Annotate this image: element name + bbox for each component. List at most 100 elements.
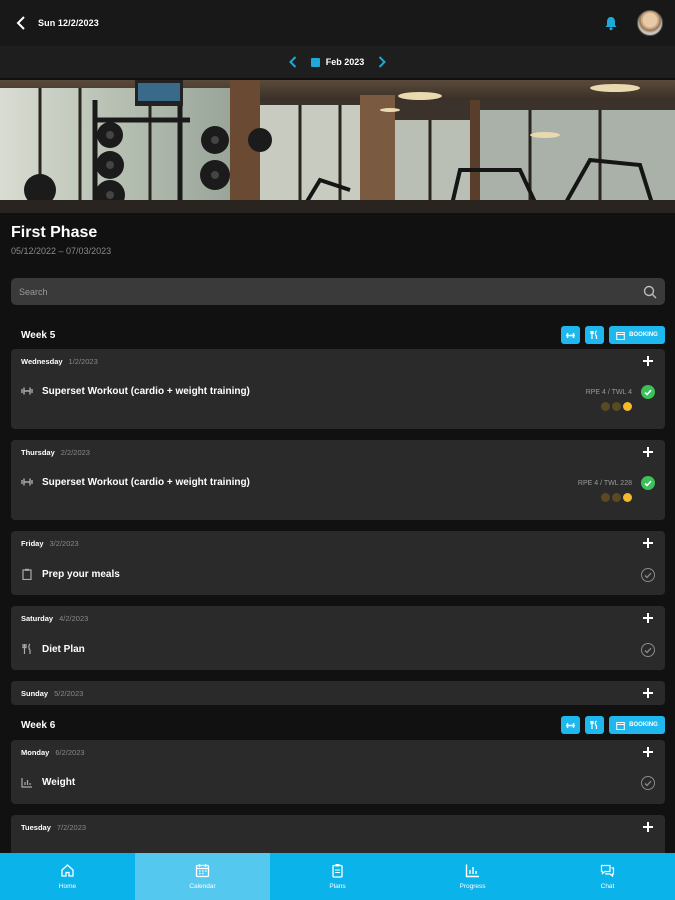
month-label[interactable]: Feb 2023 — [310, 57, 365, 67]
incomplete-check-icon[interactable] — [641, 643, 655, 657]
workout-item[interactable]: Superset Workout (cardio + weight traini… — [21, 476, 250, 488]
rpe-text: RPE 4 / TWL 4 — [585, 389, 632, 396]
search-bar — [11, 278, 665, 305]
top-bar: Sun 12/2/2023 — [0, 0, 675, 46]
tab-progress[interactable]: Progress — [405, 853, 540, 900]
next-month-icon[interactable] — [376, 55, 388, 69]
add-item-button[interactable] — [642, 537, 654, 549]
item-title: Prep your meals — [42, 568, 120, 580]
mood-dot — [612, 493, 621, 502]
booking-button[interactable]: BOOKING — [609, 716, 665, 734]
item-title: Weight — [42, 776, 76, 788]
search-icon[interactable] — [643, 285, 657, 299]
day-date: 2/2/2023 — [60, 448, 90, 457]
mood-dot — [612, 402, 621, 411]
task-item[interactable]: Prep your meals — [21, 568, 120, 580]
day-card-thursday: Thursday 2/2/2023 Superset Workout (card… — [11, 440, 665, 520]
back-icon[interactable] — [12, 14, 30, 32]
add-item-button[interactable] — [642, 446, 654, 458]
workout-item[interactable]: Superset Workout (cardio + weight traini… — [21, 385, 250, 397]
cutlery-icon — [21, 643, 33, 655]
tab-calendar[interactable]: Calendar — [135, 853, 270, 900]
day-name: Monday — [21, 748, 50, 757]
day-heading: Monday 6/2/2023 — [21, 748, 85, 757]
avatar[interactable] — [637, 10, 663, 36]
dumbbell-icon — [21, 476, 33, 488]
day-heading: Saturday 4/2/2023 — [21, 614, 88, 623]
prev-month-icon[interactable] — [287, 55, 299, 69]
add-meal-button[interactable] — [585, 326, 604, 344]
incomplete-check-icon[interactable] — [641, 776, 655, 790]
add-item-button[interactable] — [642, 821, 654, 833]
booking-label: BOOKING — [629, 722, 658, 728]
header-date: Sun 12/2/2023 — [38, 18, 99, 28]
day-name: Tuesday — [21, 823, 51, 832]
tab-home[interactable]: Home — [0, 853, 135, 900]
tab-label: Chat — [600, 883, 615, 890]
emoji-icon — [623, 493, 632, 502]
week-header: Week 6 BOOKING — [11, 715, 665, 735]
phase-date-range: 05/12/2022 – 07/03/2023 — [11, 246, 112, 256]
phase-header: First Phase 05/12/2022 – 07/03/2023 — [11, 224, 111, 256]
day-heading: Thursday 2/2/2023 — [21, 448, 90, 457]
emoji-icon — [623, 402, 632, 411]
app-root: Sun 12/2/2023 Feb 2023 First Phase 05/12… — [0, 0, 675, 900]
tab-label: Calendar — [189, 883, 216, 890]
add-item-button[interactable] — [642, 687, 654, 699]
day-heading: Sunday 5/2/2023 — [21, 689, 83, 698]
booking-button[interactable]: BOOKING — [609, 326, 665, 344]
clipboard-icon — [21, 568, 33, 580]
day-card-wednesday: Wednesday 1/2/2023 Superset Workout (car… — [11, 349, 665, 429]
rpe-text: RPE 4 / TWL 228 — [577, 480, 632, 487]
day-name: Thursday — [21, 448, 55, 457]
day-date: 4/2/2023 — [59, 614, 89, 623]
tab-plans[interactable]: Plans — [270, 853, 405, 900]
week-header: Week 5 BOOKING — [11, 325, 665, 345]
mood-dot — [601, 402, 610, 411]
chat-icon — [600, 864, 615, 878]
mood-indicator — [601, 493, 632, 502]
month-navigator: Feb 2023 — [0, 46, 675, 78]
add-item-button[interactable] — [642, 355, 654, 367]
incomplete-check-icon[interactable] — [641, 568, 655, 582]
item-title: Superset Workout (cardio + weight traini… — [42, 385, 250, 397]
day-heading: Tuesday 7/2/2023 — [21, 823, 86, 832]
gym-hero-image — [0, 80, 675, 213]
bar-chart-icon — [465, 864, 479, 878]
clipboard-icon — [332, 864, 343, 878]
calendar-icon — [195, 864, 210, 878]
day-date: 1/2/2023 — [68, 357, 98, 366]
day-date: 5/2/2023 — [54, 689, 84, 698]
completed-check-icon[interactable] — [641, 385, 655, 399]
bar-chart-icon — [21, 776, 33, 788]
day-date: 6/2/2023 — [55, 748, 85, 757]
day-heading: Friday 3/2/2023 — [21, 539, 79, 548]
add-item-button[interactable] — [642, 612, 654, 624]
item-title: Diet Plan — [42, 643, 85, 655]
day-card-friday: Friday 3/2/2023 Prep your meals — [11, 531, 665, 595]
day-name: Saturday — [21, 614, 54, 623]
add-workout-button[interactable] — [561, 716, 580, 734]
home-icon — [61, 864, 74, 877]
search-input[interactable] — [19, 286, 643, 297]
day-card-sunday: Sunday 5/2/2023 — [11, 681, 665, 705]
bell-icon[interactable] — [603, 15, 619, 31]
item-title: Superset Workout (cardio + weight traini… — [42, 476, 250, 488]
dumbbell-icon — [21, 385, 33, 397]
mood-dot — [601, 493, 610, 502]
phase-title: First Phase — [11, 224, 98, 241]
meal-item[interactable]: Diet Plan — [21, 643, 85, 655]
month-text: Feb 2023 — [325, 57, 365, 67]
day-date: 7/2/2023 — [56, 823, 87, 832]
add-workout-button[interactable] — [561, 326, 580, 344]
tab-chat[interactable]: Chat — [540, 853, 675, 900]
completed-check-icon[interactable] — [641, 476, 655, 490]
calendar-icon — [310, 57, 320, 67]
measurement-item[interactable]: Weight — [21, 776, 75, 788]
add-meal-button[interactable] — [585, 716, 604, 734]
mood-indicator — [601, 402, 632, 411]
tab-label: Home — [58, 883, 77, 890]
add-item-button[interactable] — [642, 746, 654, 758]
day-name: Sunday — [21, 689, 49, 698]
day-name: Friday — [21, 539, 44, 548]
